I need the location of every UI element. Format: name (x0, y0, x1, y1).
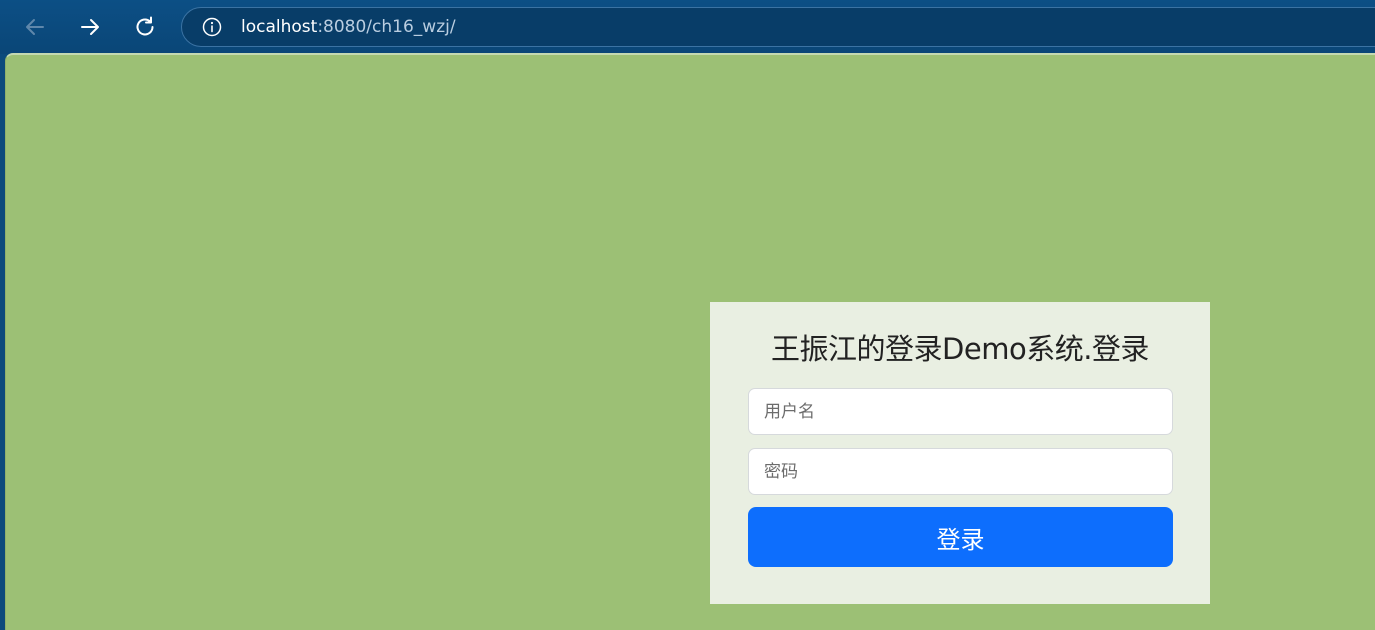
address-bar[interactable]: localhost:8080/ch16_wzj/ (181, 7, 1375, 47)
url-text[interactable]: localhost:8080/ch16_wzj/ (241, 17, 456, 37)
username-input[interactable] (748, 388, 1173, 435)
login-button[interactable]: 登录 (748, 507, 1173, 567)
url-host: localhost (241, 17, 318, 37)
info-icon[interactable] (202, 17, 222, 37)
url-path: :8080/ch16_wzj/ (317, 17, 456, 37)
back-button[interactable] (17, 9, 53, 45)
login-title: 王振江的登录Demo系统.登录 (771, 332, 1149, 366)
arrow-right-icon (81, 19, 99, 35)
browser-toolbar: localhost:8080/ch16_wzj/ (0, 0, 1375, 54)
forward-button[interactable] (72, 9, 108, 45)
reload-icon (136, 16, 154, 36)
password-input[interactable] (748, 448, 1173, 495)
arrow-left-icon (26, 19, 44, 35)
login-card: 王振江的登录Demo系统.登录 登录 (710, 302, 1210, 604)
reload-button[interactable] (127, 9, 163, 45)
